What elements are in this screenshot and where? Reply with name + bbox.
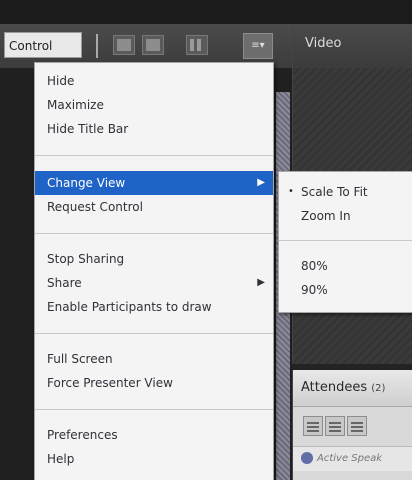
attendees-title-text: Attendees [301,380,368,395]
control-tab[interactable]: Control [4,32,82,58]
menu-item-label: Hide Title Bar [47,122,129,136]
submenu-item-label: 80% [301,259,328,273]
video-pod-title: Video [305,36,342,51]
attendees-pod: Attendees (2) Active Speak [292,370,412,480]
menu-item-label: Request Control [47,200,143,214]
menu-item-full-screen[interactable]: Full Screen [35,347,273,371]
submenu-item-scale-to-fit[interactable]: • Scale To Fit [279,180,412,204]
submenu-item-80-percent[interactable]: 80% [279,254,412,278]
menu-separator [35,333,273,334]
menu-item-hide[interactable]: Hide [35,69,273,93]
header-divider [96,34,98,58]
speaker-icon [301,452,313,464]
attendees-pod-title: Attendees (2) [301,380,385,395]
menu-item-preferences[interactable]: Preferences [35,423,273,447]
menu-item-label: Full Screen [47,352,113,366]
pod-options-menu-button[interactable]: ≡▾ [243,33,273,59]
attendees-count: (2) [371,383,386,394]
app-window: Control ≡▾ Video Attendees (2) Active Sp… [0,0,412,480]
menu-item-label: Preferences [47,428,118,442]
menu-separator [35,233,273,234]
menu-item-hide-title-bar[interactable]: Hide Title Bar [35,117,273,141]
change-view-submenu: • Scale To Fit Zoom In 80% 90% [278,171,412,313]
menu-item-label: Enable Participants to draw [47,300,212,314]
submenu-item-label: 90% [301,283,328,297]
active-speakers-label: Active Speak [317,453,383,464]
selected-bullet-icon: • [288,186,294,197]
menu-item-label: Stop Sharing [47,252,125,266]
attendee-sort-icon[interactable] [347,416,367,436]
active-speakers-row: Active Speak [293,446,412,471]
submenu-arrow-icon: ▶ [257,277,265,288]
submenu-item-zoom-in[interactable]: Zoom In [279,204,412,228]
menu-separator [35,409,273,410]
submenu-arrow-icon: ▶ [257,177,265,188]
menu-item-label: Help [47,452,75,466]
fit-to-window-icon[interactable] [186,35,208,55]
menu-item-enable-participants-draw[interactable]: Enable Participants to draw [35,295,273,319]
pod-options-menu: Hide Maximize Hide Title Bar Change View… [34,62,274,480]
submenu-separator [279,240,412,241]
attendees-pod-header: Attendees (2) [293,370,412,407]
menu-item-label: Share [47,276,82,290]
menu-item-request-control[interactable]: Request Control [35,195,273,219]
submenu-item-label: Scale To Fit [301,185,368,199]
menu-item-label: Force Presenter View [47,376,173,390]
menu-separator [35,155,273,156]
menu-item-force-presenter-view[interactable]: Force Presenter View [35,371,273,395]
menu-item-label: Maximize [47,98,104,112]
layout-single-icon[interactable] [113,35,135,55]
layout-filmstrip-icon[interactable] [142,35,164,55]
menu-item-change-view[interactable]: Change View ▶ [35,171,273,195]
menu-item-help[interactable]: Help [35,447,273,471]
menu-item-label: Change View [47,176,126,190]
menu-item-label: Hide [47,74,75,88]
menu-item-stop-sharing[interactable]: Stop Sharing [35,247,273,271]
attendee-list-view-icon[interactable] [303,416,323,436]
menu-item-share[interactable]: Share ▶ [35,271,273,295]
submenu-item-90-percent[interactable]: 90% [279,278,412,302]
menu-item-maximize[interactable]: Maximize [35,93,273,117]
attendee-grid-view-icon[interactable] [325,416,345,436]
submenu-item-label: Zoom In [301,209,351,223]
video-pod-header: Video [293,24,412,69]
title-strip [0,0,412,25]
